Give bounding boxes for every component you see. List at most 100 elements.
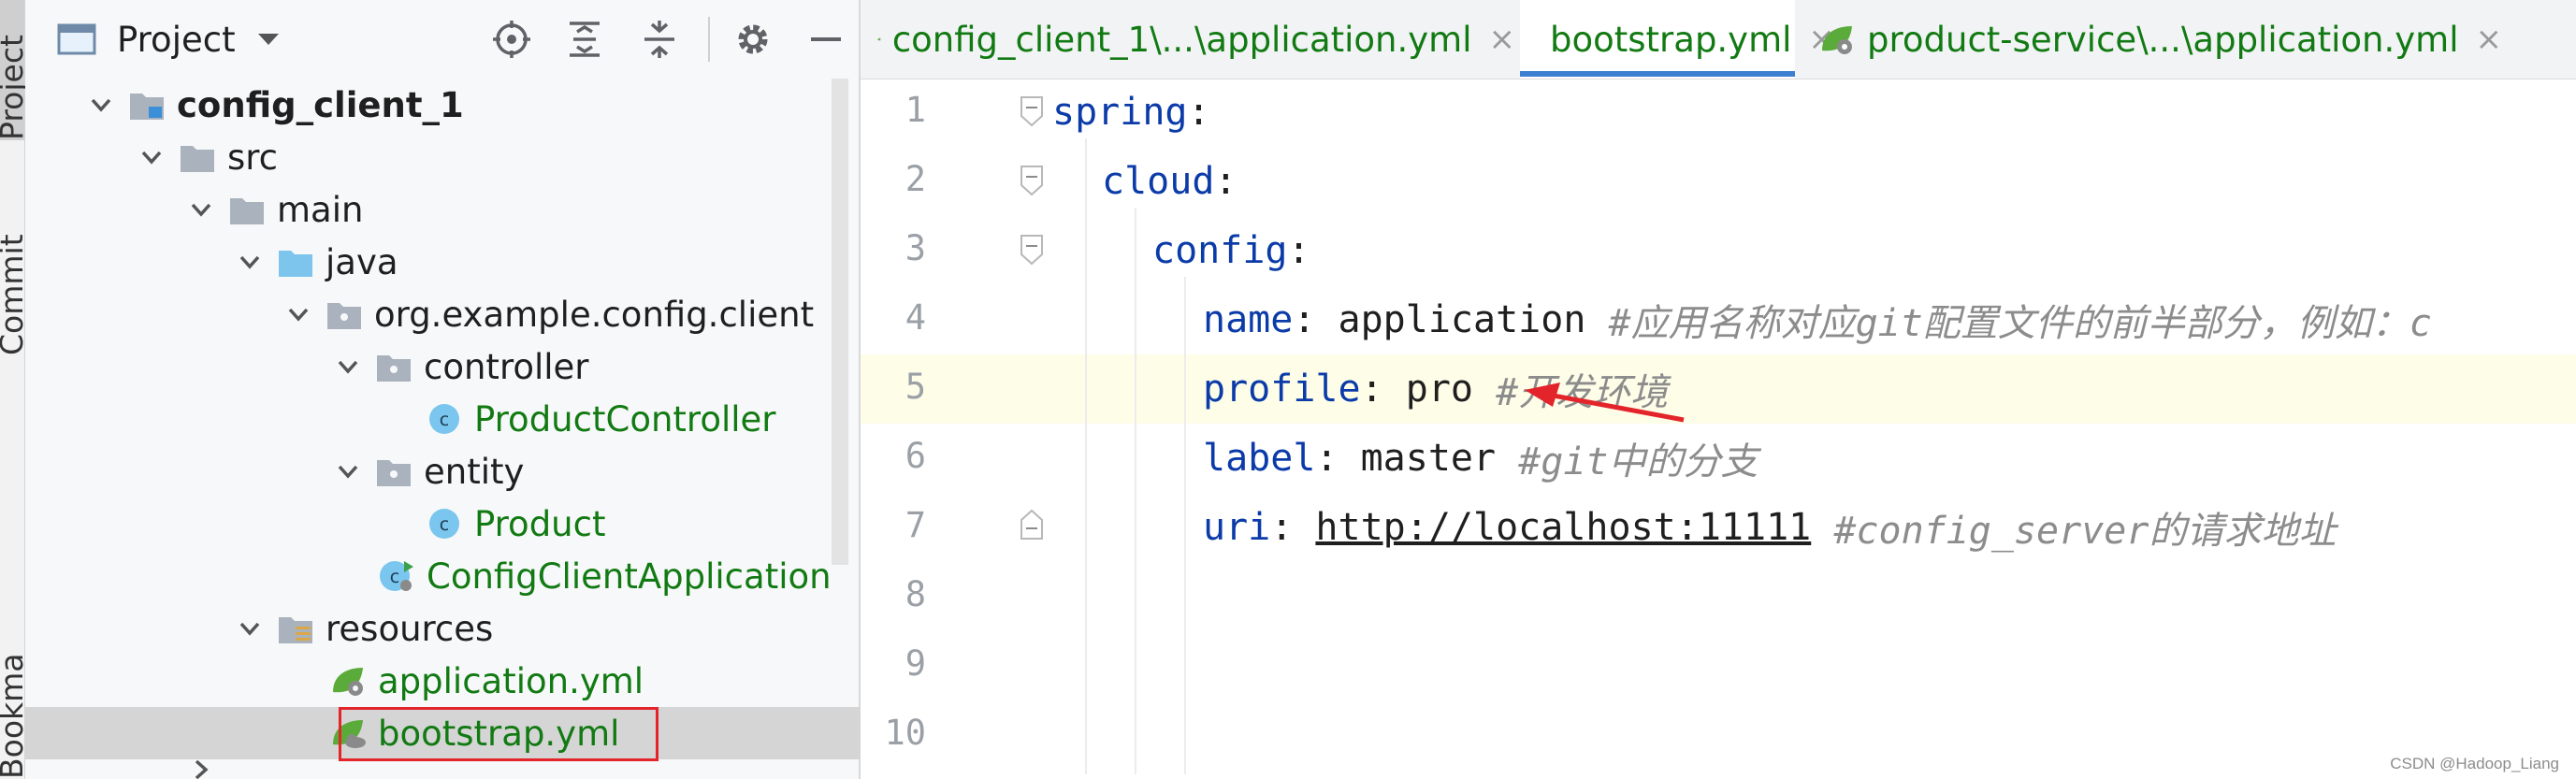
commit-tool-tab-label: Commit	[0, 234, 30, 355]
code-line-6[interactable]: label: master #git中的分支	[861, 424, 2576, 493]
tool-window-strip: Project Commit Bookmarks	[0, 0, 30, 779]
package-icon	[377, 460, 411, 486]
expand-all-icon[interactable]	[564, 19, 605, 60]
yaml-key: spring	[1052, 91, 1188, 134]
chevron-down-icon[interactable]	[236, 614, 264, 642]
svg-text:c: c	[390, 567, 399, 587]
close-icon[interactable]: ×	[1489, 21, 1516, 58]
code-line-5[interactable]: profile: pro #开发环境	[861, 354, 2576, 424]
code-line-4[interactable]: name: application #应用名称对应git配置文件的前半部分，例如…	[861, 285, 2576, 354]
tree-label: ConfigClientApplication	[427, 555, 832, 597]
commit-tool-tab[interactable]: Commit	[0, 187, 30, 355]
class-icon: c	[429, 404, 459, 434]
tab-product-service-application-yml[interactable]: product-service\...\application.yml ×	[1800, 0, 2576, 79]
chevron-down-icon[interactable]	[334, 457, 362, 485]
chevron-down-icon[interactable]	[137, 143, 166, 171]
yaml-value: application	[1338, 298, 1609, 341]
yaml-value: master	[1360, 437, 1519, 480]
project-panel-header: Project	[25, 0, 859, 79]
tree-label: java	[326, 241, 398, 282]
folder-icon	[230, 198, 264, 224]
tree-label: entity	[424, 451, 525, 492]
code-line-2[interactable]: cloud:	[861, 147, 2576, 216]
folder-icon	[181, 146, 214, 172]
yaml-colon: :	[1214, 160, 1237, 203]
yaml-comment: #config_server的请求地址	[1811, 510, 2337, 553]
editor-tab-bar: config_client_1\...\application.yml × bo…	[861, 0, 2576, 79]
chevron-right-icon[interactable]	[187, 759, 215, 779]
yaml-comment: #git中的分支	[1518, 440, 1758, 483]
spring-boot-class-icon: c	[380, 561, 413, 591]
yaml-key: name	[1203, 298, 1294, 341]
yaml-colon: :	[1360, 368, 1406, 411]
project-tool-tab-label: Project	[0, 35, 30, 140]
yaml-key: profile	[1203, 368, 1361, 411]
tree-scrollbar-thumb[interactable]	[832, 79, 848, 565]
source-folder-icon	[279, 251, 312, 277]
yaml-key: label	[1203, 437, 1316, 480]
annotation-arrow	[1525, 382, 1685, 423]
yaml-key: config	[1152, 229, 1288, 272]
editor-area: config_client_1\...\application.yml × bo…	[861, 0, 2576, 779]
close-icon[interactable]: ×	[2476, 21, 2503, 58]
spring-yml-icon	[877, 37, 881, 41]
yaml-value: pro	[1405, 368, 1497, 411]
tree-label: org.example.config.client	[374, 294, 815, 335]
tree-label: resources	[326, 608, 494, 649]
package-icon	[377, 355, 411, 382]
bookmarks-tool-tab[interactable]: Bookmarks	[0, 655, 24, 779]
line-number: 8	[904, 574, 926, 614]
selection-highlight-box	[339, 707, 658, 761]
yaml-colon: :	[1187, 91, 1210, 134]
spring-yml-icon	[333, 668, 363, 696]
active-tab-underline	[1520, 71, 1795, 77]
module-folder-icon	[130, 94, 164, 120]
package-icon	[327, 303, 361, 329]
tree-scrollbar[interactable]	[830, 79, 850, 668]
tab-application-yml[interactable]: config_client_1\...\application.yml ×	[861, 0, 1515, 79]
yaml-url-value[interactable]: http://localhost:11111	[1315, 506, 1811, 549]
spring-yml-icon	[1822, 26, 1852, 54]
chevron-down-icon[interactable]	[187, 195, 215, 224]
code-line-7[interactable]: uri: http://localhost:11111 #config_serv…	[861, 493, 2576, 562]
svg-text:c: c	[440, 410, 449, 430]
tab-bootstrap-yml[interactable]: bootstrap.yml ×	[1520, 0, 1835, 79]
project-view-icon	[57, 23, 96, 55]
yaml-colon: :	[1293, 298, 1339, 341]
tree-label: config_client_1	[177, 84, 464, 125]
chevron-down-icon[interactable]	[334, 353, 362, 381]
collapse-all-icon[interactable]	[639, 19, 680, 60]
tab-label: config_client_1\...\application.yml	[891, 19, 1472, 60]
tree-row-config-client-1[interactable]: config_client_1	[25, 79, 920, 131]
project-panel-title[interactable]: Project	[117, 20, 236, 60]
tree-label: controller	[424, 346, 589, 387]
tab-label: bootstrap.yml	[1550, 19, 1792, 60]
bookmarks-tool-tab-label: Bookmarks	[0, 655, 24, 779]
project-tool-tab[interactable]: Project	[0, 0, 30, 140]
yaml-colon: :	[1287, 229, 1310, 272]
code-line-3[interactable]: config:	[861, 216, 2576, 285]
class-icon: c	[429, 509, 459, 539]
code-line-1[interactable]: spring:	[861, 78, 2576, 147]
chevron-down-icon[interactable]	[236, 248, 264, 276]
watermark: CSDN @Hadoop_Liang	[2390, 755, 2559, 772]
project-panel: Project config_client_1 src main java or…	[25, 0, 1163, 779]
hide-panel-icon[interactable]	[805, 19, 847, 60]
tree-label: Product	[474, 503, 606, 544]
yaml-colon: :	[1270, 506, 1316, 549]
resources-folder-icon	[279, 617, 312, 643]
chevron-down-icon[interactable]	[87, 91, 115, 119]
svg-text:c: c	[440, 514, 449, 535]
tab-label: product-service\...\application.yml	[1867, 19, 2459, 60]
yaml-key: cloud	[1102, 160, 1215, 203]
gear-icon[interactable]	[732, 19, 774, 60]
view-dropdown-icon[interactable]	[256, 30, 281, 49]
chevron-down-icon[interactable]	[284, 300, 312, 328]
line-number: 10	[884, 713, 926, 753]
tree-label: ProductController	[474, 398, 776, 440]
tree-label: src	[227, 137, 279, 178]
yaml-colon: :	[1315, 437, 1361, 480]
header-divider	[708, 17, 710, 62]
locate-file-icon[interactable]	[491, 19, 532, 60]
yaml-comment: #应用名称对应git配置文件的前半部分，例如：c	[1608, 302, 2432, 345]
